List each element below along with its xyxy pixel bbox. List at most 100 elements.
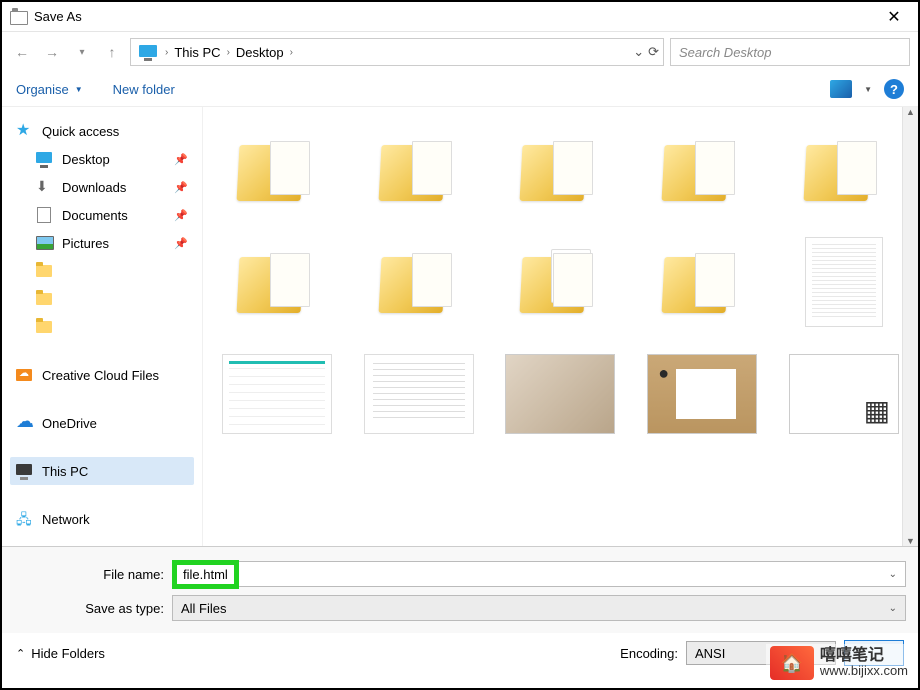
folder-icon [380, 251, 458, 313]
pin-icon: 📌 [174, 181, 188, 194]
scroll-up-icon[interactable]: ▲ [906, 107, 915, 117]
nav-row: ← → ▾ ↑ › This PC › Desktop › ⌄ ⟳ Search… [2, 32, 918, 72]
chevron-down-icon[interactable]: ⌄ [889, 603, 897, 614]
folder-icon [36, 262, 54, 280]
search-input[interactable]: Search Desktop [670, 38, 910, 66]
main-area: Quick access Desktop 📌 Downloads 📌 Docum… [2, 106, 918, 546]
list-item[interactable] [634, 117, 770, 223]
address-dropdown-icon[interactable]: ⌄ [633, 44, 644, 60]
forward-button[interactable]: → [40, 40, 64, 64]
list-item[interactable] [776, 341, 912, 447]
sidebar-item-folder-2[interactable] [10, 285, 194, 313]
list-item[interactable] [634, 229, 770, 335]
watermark-logo-icon: 🏠 [770, 646, 814, 680]
folder-icon [663, 251, 741, 313]
network-icon [16, 510, 34, 528]
sidebar-item-this-pc[interactable]: This PC [10, 457, 194, 485]
sidebar-label: Network [42, 512, 90, 527]
save-type-row: Save as type: All Files ⌄ [14, 595, 906, 621]
address-bar[interactable]: › This PC › Desktop › ⌄ ⟳ [130, 38, 664, 66]
chevron-right-icon: › [290, 47, 293, 58]
chevron-down-icon[interactable]: ▼ [864, 85, 872, 94]
encoding-label: Encoding: [620, 646, 678, 661]
file-name-label: File name: [14, 567, 172, 582]
view-options-icon[interactable] [830, 80, 852, 98]
pin-icon: 📌 [174, 237, 188, 250]
chevron-down-icon[interactable]: ⌄ [889, 569, 905, 580]
organise-menu[interactable]: Organise ▼ [16, 82, 83, 97]
hide-folders-button[interactable]: ⌃ Hide Folders [16, 646, 105, 661]
scroll-down-icon[interactable]: ▼ [906, 536, 915, 546]
history-dropdown[interactable]: ▾ [70, 40, 94, 64]
folder-icon [805, 139, 883, 201]
file-name-value: file.html [172, 560, 239, 589]
folder-icon [36, 318, 54, 336]
breadcrumb-this-pc[interactable]: This PC [172, 45, 222, 60]
list-item[interactable] [493, 341, 629, 447]
chevron-right-icon: › [165, 47, 168, 58]
window-title: Save As [34, 9, 874, 24]
encoding-value: ANSI [695, 646, 725, 661]
list-item[interactable] [776, 117, 912, 223]
refresh-icon[interactable]: ⟳ [648, 44, 659, 60]
sidebar-label: Quick access [42, 124, 119, 139]
back-button[interactable]: ← [10, 40, 34, 64]
up-button[interactable]: ↑ [100, 40, 124, 64]
save-type-value: All Files [181, 601, 227, 616]
image-thumbnail [505, 354, 615, 434]
sidebar-item-documents[interactable]: Documents 📌 [10, 201, 194, 229]
chevron-down-icon: ▼ [75, 85, 83, 94]
sidebar-label: Pictures [62, 236, 109, 251]
folder-icon [521, 251, 599, 313]
pin-icon: 📌 [174, 153, 188, 166]
vertical-scrollbar[interactable]: ▲ ▼ [902, 107, 918, 546]
list-item[interactable] [493, 229, 629, 335]
new-folder-button[interactable]: New folder [113, 82, 175, 97]
watermark: 🏠 嘻嘻笔记 www.bijixx.com [766, 644, 912, 682]
list-item[interactable] [493, 117, 629, 223]
sidebar-item-network[interactable]: Network [10, 505, 194, 533]
sidebar-item-quick-access[interactable]: Quick access [10, 117, 194, 145]
sidebar-item-creative-cloud[interactable]: Creative Cloud Files [10, 361, 194, 389]
sidebar-label: Documents [62, 208, 128, 223]
chevron-up-icon: ⌃ [16, 647, 25, 660]
sidebar-item-onedrive[interactable]: OneDrive [10, 409, 194, 437]
sidebar-item-downloads[interactable]: Downloads 📌 [10, 173, 194, 201]
save-type-label: Save as type: [14, 601, 172, 616]
save-type-select[interactable]: All Files ⌄ [172, 595, 906, 621]
save-form: File name: file.html ⌄ Save as type: All… [2, 546, 918, 633]
folder-icon [36, 290, 54, 308]
list-item[interactable] [776, 229, 912, 335]
chevron-right-icon: › [227, 47, 230, 58]
breadcrumb-desktop[interactable]: Desktop [234, 45, 286, 60]
list-item[interactable] [209, 229, 345, 335]
search-placeholder: Search Desktop [679, 45, 772, 60]
sidebar-item-desktop[interactable]: Desktop 📌 [10, 145, 194, 173]
help-button[interactable]: ? [884, 79, 904, 99]
sidebar-item-pictures[interactable]: Pictures 📌 [10, 229, 194, 257]
onedrive-icon [16, 414, 34, 432]
star-icon [16, 122, 34, 140]
this-pc-icon [139, 45, 157, 59]
list-item[interactable] [351, 341, 487, 447]
list-item[interactable] [209, 117, 345, 223]
folder-icon [238, 139, 316, 201]
list-item[interactable] [351, 117, 487, 223]
folder-icon [663, 139, 741, 201]
watermark-title: 嘻嘻笔记 [820, 648, 908, 663]
sidebar-item-folder-3[interactable] [10, 313, 194, 341]
sidebar-item-folder-1[interactable] [10, 257, 194, 285]
close-button[interactable]: ✕ [874, 2, 914, 32]
hide-folders-label: Hide Folders [31, 646, 105, 661]
toolbar: Organise ▼ New folder ▼ ? [2, 72, 918, 106]
list-item[interactable] [634, 341, 770, 447]
folder-icon [238, 251, 316, 313]
sidebar-label: Downloads [62, 180, 126, 195]
image-thumbnail [789, 354, 899, 434]
navigation-pane: Quick access Desktop 📌 Downloads 📌 Docum… [2, 107, 202, 546]
file-name-input[interactable]: file.html ⌄ [172, 561, 906, 587]
list-item[interactable] [209, 341, 345, 447]
desktop-icon [36, 150, 54, 168]
list-item[interactable] [351, 229, 487, 335]
dialog-icon [10, 9, 26, 25]
